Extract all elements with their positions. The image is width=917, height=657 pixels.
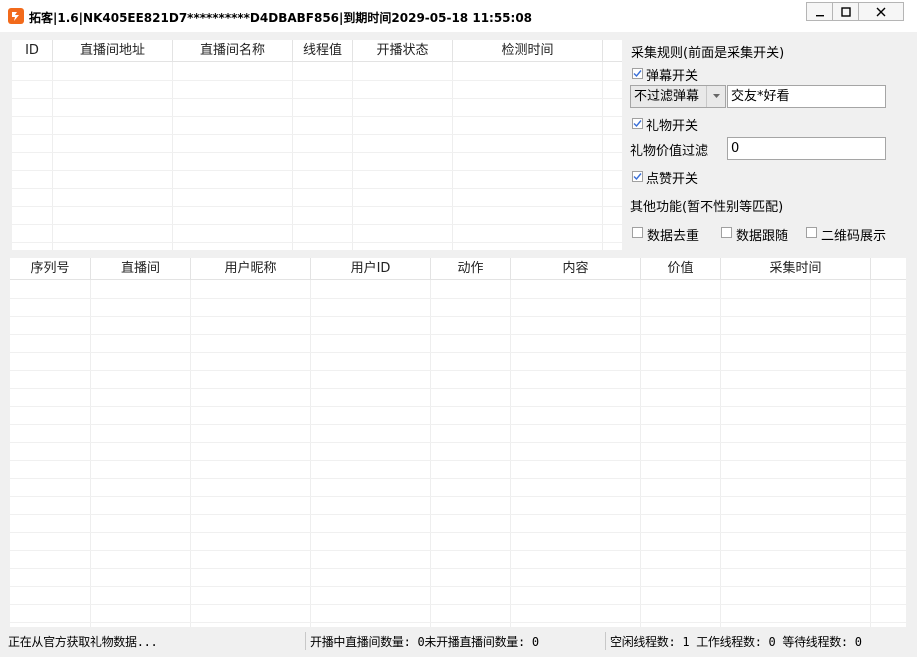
grid-row-line (10, 424, 906, 425)
filter-keyword-input[interactable]: 交友*好看 (727, 85, 886, 108)
follow-label: 数据跟随 (736, 229, 789, 244)
grid-column-line (720, 280, 721, 627)
rules-title: 采集规则(前面是采集开关) (631, 46, 785, 61)
col-live-status[interactable]: 开播状态 (353, 40, 453, 62)
grid-row-line (10, 406, 906, 407)
data-table[interactable]: 序列号 直播间 用户昵称 用户ID 动作 内容 价值 采集时间 (10, 258, 906, 627)
grid-column-line (292, 62, 293, 250)
check-icon (633, 120, 642, 128)
status-room-counts: 开播中直播间数量: 0未开播直播间数量: 0 (310, 635, 539, 649)
grid-row-line (12, 152, 622, 153)
danmu-checkbox[interactable] (632, 68, 643, 79)
grid-column-line (172, 62, 173, 250)
gift-checkbox[interactable] (632, 118, 643, 129)
grid-row-line (10, 352, 906, 353)
grid-column-line (52, 62, 53, 250)
data-table-header: 序列号 直播间 用户昵称 用户ID 动作 内容 价值 采集时间 (10, 258, 906, 280)
grid-row-line (10, 550, 906, 551)
grid-column-line (352, 62, 353, 250)
minimize-icon (815, 14, 824, 16)
grid-column-line (430, 280, 431, 627)
qrcode-label: 二维码展示 (821, 229, 887, 244)
grid-row-line (10, 496, 906, 497)
grid-column-line (452, 62, 453, 250)
col-check-time[interactable]: 检测时间 (453, 40, 603, 62)
status-divider (605, 632, 606, 650)
grid-row-line (12, 242, 622, 243)
room-table[interactable]: ID 直播间地址 直播间名称 线程值 开播状态 检测时间 (12, 40, 622, 250)
grid-row-line (12, 188, 622, 189)
grid-row-line (10, 622, 906, 623)
grid-column-line (310, 280, 311, 627)
col-action[interactable]: 动作 (431, 258, 511, 280)
danmu-label: 弹幕开关 (646, 69, 699, 84)
grid-row-line (10, 370, 906, 371)
chevron-down-icon[interactable] (706, 86, 725, 107)
qrcode-checkbox[interactable] (806, 227, 817, 238)
like-label: 点赞开关 (646, 172, 699, 187)
grid-column-line (870, 280, 871, 627)
col-thread-value[interactable]: 线程值 (293, 40, 353, 62)
filter-mode-dropdown[interactable]: 不过滤弹幕 (630, 85, 726, 108)
dedupe-checkbox[interactable] (632, 227, 643, 238)
grid-column-line (640, 280, 641, 627)
maximize-button[interactable] (832, 2, 859, 21)
col-room[interactable]: 直播间 (91, 258, 191, 280)
grid-column-line (90, 280, 91, 627)
gift-label: 礼物开关 (646, 119, 699, 134)
status-thread-counts: 空闲线程数: 1 工作线程数: 0 等待线程数: 0 (610, 635, 862, 649)
col-room-name[interactable]: 直播间名称 (173, 40, 293, 62)
grid-row-line (10, 586, 906, 587)
other-features-title: 其他功能(暂不性别等匹配) (630, 200, 784, 215)
close-icon (876, 7, 886, 16)
grid-row-line (12, 98, 622, 99)
grid-row-line (10, 442, 906, 443)
grid-row-line (10, 604, 906, 605)
grid-row-line (12, 116, 622, 117)
grid-row-line (10, 298, 906, 299)
grid-row-line (10, 388, 906, 389)
filter-mode-value: 不过滤弹幕 (634, 89, 700, 104)
grid-row-line (10, 568, 906, 569)
col-collect-time[interactable]: 采集时间 (721, 258, 871, 280)
grid-row-line (12, 134, 622, 135)
grid-row-line (12, 206, 622, 207)
col-room-url[interactable]: 直播间地址 (53, 40, 173, 62)
check-icon (633, 173, 642, 181)
grid-row-line (10, 316, 906, 317)
window-title: 拓客|1.6|NK405EE821D7**********D4DBABF856|… (29, 11, 533, 25)
like-checkbox[interactable] (632, 171, 643, 182)
app-logo-icon (8, 8, 24, 24)
col-content[interactable]: 内容 (511, 258, 641, 280)
col-value[interactable]: 价值 (641, 258, 721, 280)
status-divider (305, 632, 306, 650)
minimize-button[interactable] (806, 2, 833, 21)
gift-filter-input[interactable]: 0 (727, 137, 886, 160)
col-serial[interactable]: 序列号 (10, 258, 91, 280)
gift-filter-label: 礼物价值过滤 (630, 144, 709, 159)
room-table-header: ID 直播间地址 直播间名称 线程值 开播状态 检测时间 (12, 40, 622, 62)
grid-column-line (602, 62, 603, 250)
grid-column-line (190, 280, 191, 627)
grid-row-line (10, 532, 906, 533)
grid-row-line (10, 460, 906, 461)
grid-row-line (10, 334, 906, 335)
col-id[interactable]: ID (12, 40, 53, 62)
grid-column-line (510, 280, 511, 627)
grid-row-line (10, 514, 906, 515)
close-button[interactable] (858, 2, 904, 21)
grid-row-line (12, 224, 622, 225)
grid-row-line (12, 80, 622, 81)
maximize-icon (840, 6, 851, 17)
dedupe-label: 数据去重 (647, 229, 700, 244)
grid-row-line (10, 478, 906, 479)
status-message: 正在从官方获取礼物数据... (8, 635, 158, 649)
col-user-id[interactable]: 用户ID (311, 258, 431, 280)
col-nickname[interactable]: 用户昵称 (191, 258, 311, 280)
follow-checkbox[interactable] (721, 227, 732, 238)
check-icon (633, 70, 642, 78)
grid-row-line (12, 170, 622, 171)
